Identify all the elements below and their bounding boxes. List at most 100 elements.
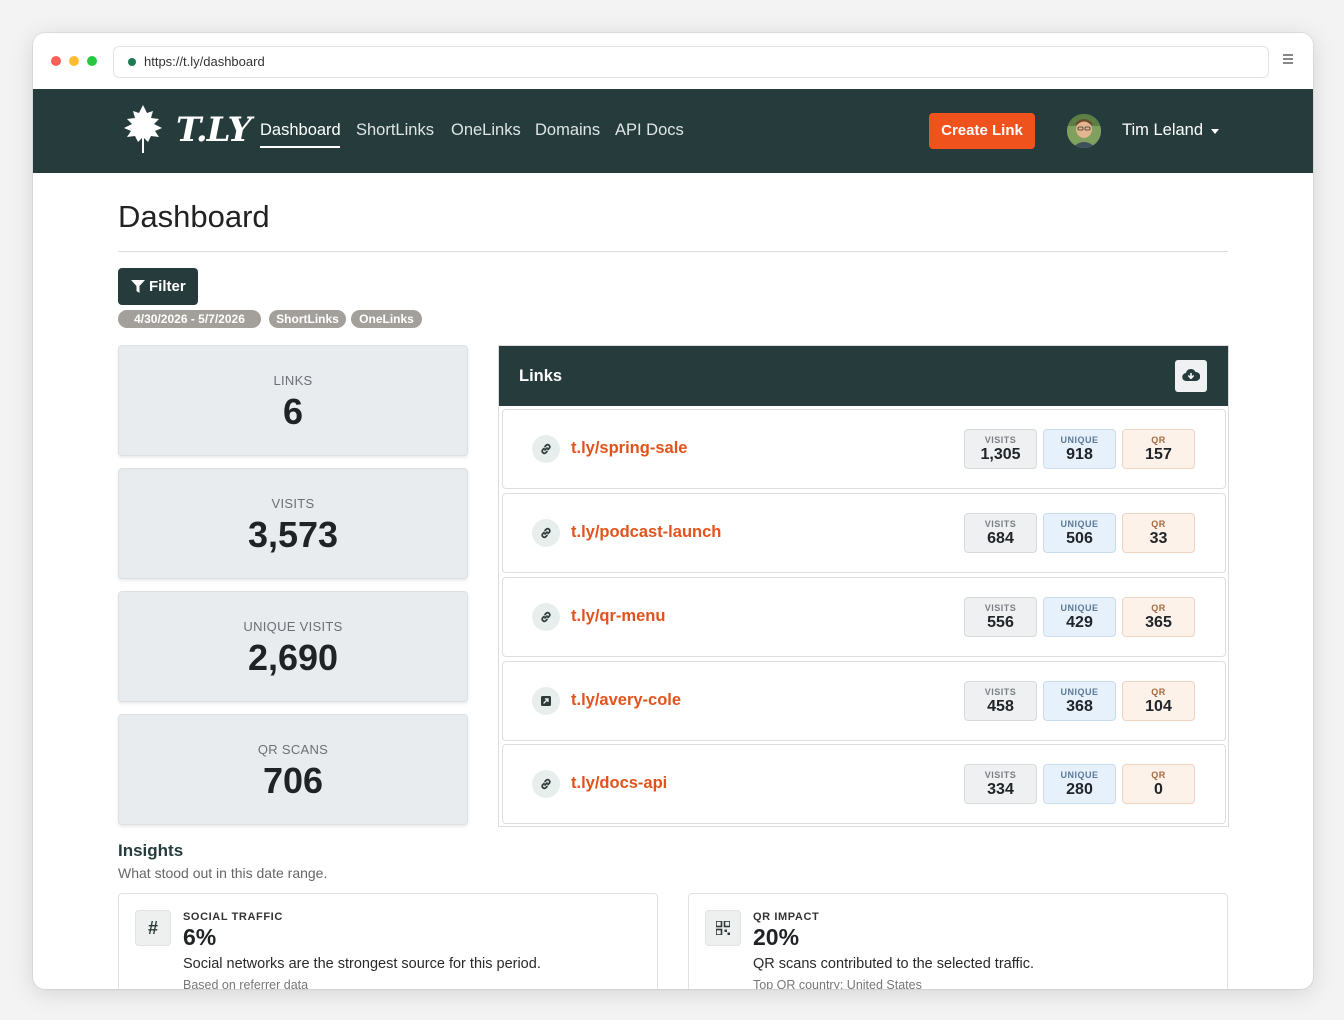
- metric-value: 684: [987, 530, 1014, 547]
- short-link[interactable]: t.ly/qr-menu: [571, 607, 665, 626]
- nav-api-docs[interactable]: API Docs: [615, 121, 684, 140]
- metric-label: QR: [1151, 519, 1166, 529]
- qr-metric: QR 365: [1122, 597, 1195, 637]
- filter-button[interactable]: Filter: [118, 268, 198, 305]
- url-text[interactable]: https://t.ly/dashboard: [144, 54, 265, 69]
- avatar-image: [1067, 114, 1101, 148]
- unique-metric: UNIQUE 280: [1043, 764, 1116, 804]
- insight-value: 6%: [183, 924, 217, 950]
- short-link[interactable]: t.ly/avery-cole: [571, 691, 681, 710]
- link-row[interactable]: t.ly/avery-cole VISITS 458 UNIQUE 368 QR 10…: [502, 661, 1226, 741]
- metric-value: 33: [1149, 530, 1168, 547]
- link-row[interactable]: t.ly/spring-sale VISITS 1,305 UNIQUE 918 Q…: [502, 409, 1226, 489]
- qr-metric: QR 104: [1122, 681, 1195, 721]
- insights-subtitle: What stood out in this date range.: [118, 865, 328, 881]
- metric-value: 556: [987, 614, 1014, 631]
- qr-metric: QR 0: [1122, 764, 1195, 804]
- metric-label: VISITS: [984, 603, 1017, 613]
- stat-value: 3,573: [247, 514, 339, 555]
- metric-label: UNIQUE: [1060, 687, 1099, 697]
- insight-kicker: SOCIAL TRAFFIC: [183, 911, 283, 923]
- address-bar[interactable]: https://t.ly/dashboard: [113, 46, 1269, 78]
- metric-label: VISITS: [984, 770, 1017, 780]
- minimize-window-button[interactable]: [69, 56, 79, 66]
- visits-metric: VISITS 1,305: [964, 429, 1037, 469]
- nav-shortlinks[interactable]: ShortLinks: [356, 121, 434, 140]
- maximize-window-button[interactable]: [87, 56, 97, 66]
- insight-footnote: Based on referrer data: [183, 978, 309, 989]
- user-avatar[interactable]: [1067, 114, 1101, 148]
- secure-indicator-icon: [128, 58, 136, 66]
- insights-title: Insights: [118, 841, 184, 860]
- cloud-download-icon: [1182, 368, 1200, 382]
- insight-description: Social networks are the strongest source…: [183, 956, 541, 972]
- metric-value: 368: [1066, 698, 1093, 715]
- short-link[interactable]: t.ly/podcast-launch: [571, 523, 721, 542]
- stat-value: 706: [262, 760, 324, 801]
- browser-menu-icon[interactable]: [1283, 54, 1293, 66]
- stat-card-links: LINKS 6: [118, 345, 468, 456]
- brand-logo[interactable]: T.LY: [121, 103, 252, 157]
- link-icon: [532, 435, 560, 463]
- stat-label: UNIQUE VISITS: [243, 619, 343, 634]
- metric-value: 157: [1145, 446, 1172, 463]
- metric-value: 458: [987, 698, 1014, 715]
- link-icon: [532, 603, 560, 631]
- links-panel: Links t.ly/spring-sale VISITS 1,305 UNIQU…: [498, 345, 1229, 827]
- visits-metric: VISITS 556: [964, 597, 1037, 637]
- link-row[interactable]: t.ly/qr-menu VISITS 556 UNIQUE 429 QR 365: [502, 577, 1226, 657]
- stat-value: 6: [282, 391, 304, 432]
- filter-label: Filter: [149, 278, 186, 295]
- chevron-down-icon[interactable]: [1211, 129, 1219, 134]
- metric-label: VISITS: [984, 435, 1017, 445]
- link-row[interactable]: t.ly/podcast-launch VISITS 684 UNIQUE 506 …: [502, 493, 1226, 573]
- short-link[interactable]: t.ly/docs-api: [571, 774, 667, 793]
- short-link[interactable]: t.ly/spring-sale: [571, 439, 687, 458]
- stat-card-qr-scans: QR SCANS 706: [118, 714, 468, 825]
- metric-value: 365: [1145, 614, 1172, 631]
- metric-label: QR: [1151, 603, 1166, 613]
- stat-label: QR SCANS: [257, 742, 329, 757]
- metric-label: UNIQUE: [1060, 770, 1099, 780]
- stat-value: 2,690: [247, 637, 339, 678]
- tree-logo-icon: [124, 105, 162, 153]
- title-divider: [118, 251, 1228, 252]
- active-nav-indicator: [260, 146, 340, 148]
- unique-metric: UNIQUE 918: [1043, 429, 1116, 469]
- link-row[interactable]: t.ly/docs-api VISITS 334 UNIQUE 280 QR 0: [502, 744, 1226, 824]
- close-window-button[interactable]: [51, 56, 61, 66]
- qr-icon: [705, 910, 741, 946]
- unique-metric: UNIQUE 429: [1043, 597, 1116, 637]
- brand-name: T.LY: [176, 110, 252, 150]
- insight-card-social-traffic: # SOCIAL TRAFFIC 6% Social networks are …: [118, 893, 658, 989]
- insight-value: 20%: [753, 924, 800, 950]
- nav-onelinks[interactable]: OneLinks: [451, 121, 521, 140]
- user-name[interactable]: Tim Leland: [1122, 121, 1203, 140]
- metric-label: VISITS: [984, 519, 1017, 529]
- unique-metric: UNIQUE 368: [1043, 681, 1116, 721]
- browser-chrome: https://t.ly/dashboard: [33, 33, 1313, 89]
- metric-label: UNIQUE: [1060, 519, 1099, 529]
- metric-value: 0: [1154, 781, 1163, 798]
- metric-label: QR: [1151, 770, 1166, 780]
- stat-label: VISITS: [271, 496, 315, 511]
- insight-description: QR scans contributed to the selected tra…: [753, 956, 1035, 972]
- shortlinks-pill: ShortLinks: [269, 310, 346, 328]
- visits-metric: VISITS 334: [964, 764, 1037, 804]
- nav-dashboard[interactable]: Dashboard: [260, 121, 341, 140]
- metric-label: VISITS: [984, 687, 1017, 697]
- top-navbar: T.LY Dashboard ShortLinks OneLinks Domai…: [33, 89, 1313, 173]
- metric-value: 280: [1066, 781, 1093, 798]
- stat-card-unique-visits: UNIQUE VISITS 2,690: [118, 591, 468, 702]
- links-panel-header: Links: [499, 346, 1228, 406]
- unique-metric: UNIQUE 506: [1043, 513, 1116, 553]
- nav-domains[interactable]: Domains: [535, 121, 600, 140]
- visits-metric: VISITS 458: [964, 681, 1037, 721]
- links-panel-title: Links: [519, 367, 563, 385]
- link-icon: [532, 519, 560, 547]
- metric-value: 104: [1145, 698, 1172, 715]
- create-link-button[interactable]: Create Link: [929, 113, 1035, 149]
- metric-value: 918: [1066, 446, 1093, 463]
- download-button[interactable]: [1175, 360, 1207, 392]
- metric-value: 1,305: [980, 446, 1021, 463]
